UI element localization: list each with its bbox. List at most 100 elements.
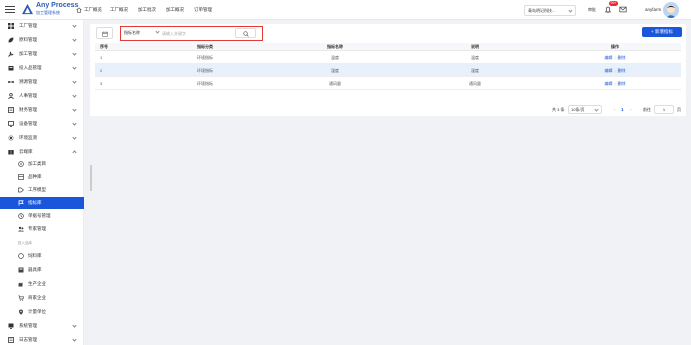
nav-orders[interactable]: 订单管理	[194, 7, 212, 13]
edit-link[interactable]: 编辑	[604, 55, 612, 60]
org-select-value: 青岛明记科技...	[528, 8, 556, 13]
chevron-down-icon	[72, 37, 77, 42]
cell-no: 2	[100, 68, 103, 73]
approval-label[interactable]: 审批	[588, 7, 596, 13]
sidebar-item-label: 工序模型	[28, 187, 46, 192]
device-icon	[8, 121, 14, 127]
goto-label: 前往	[643, 107, 651, 112]
action-separator: |	[614, 81, 616, 86]
current-page[interactable]: 1	[621, 107, 624, 112]
prev-page-icon[interactable]: ‹	[614, 107, 616, 112]
sidebar-item-category[interactable]: 加工类目	[0, 158, 84, 170]
sidebar-item-label: 专家管理	[28, 226, 46, 231]
next-page-icon[interactable]: ›	[630, 107, 632, 112]
table-row[interactable]: 1 环境指标 温度 温度 编辑 | 删除	[95, 51, 681, 64]
sidebar-item-tools[interactable]: 器具库	[0, 264, 84, 276]
message-icon[interactable]	[619, 5, 627, 14]
category-icon	[18, 161, 24, 167]
add-indicator-button[interactable]: + 新增指标	[642, 27, 682, 37]
sidebar-item-trace[interactable]: 溯源管理	[0, 76, 84, 88]
chevron-down-icon	[72, 135, 77, 140]
goto-page-input[interactable]: 1	[654, 105, 674, 114]
search-field-select[interactable]: 指标名称	[123, 29, 160, 37]
page-size-select[interactable]: 10条/页	[568, 105, 602, 114]
sidebar-item-feed[interactable]: 饲料库	[0, 250, 84, 262]
app-logo: Any Process 加工管理系统	[22, 2, 78, 18]
nav-process-overview[interactable]: 加工概况	[166, 7, 184, 13]
delete-link[interactable]: 删除	[618, 68, 626, 73]
table-row[interactable]: 3 环境指标 通风量 通风量 编辑 | 删除	[95, 77, 681, 90]
search-icon	[243, 30, 249, 37]
sidebar-item-producer[interactable]: 生产企业	[0, 278, 84, 290]
pagination: 共 3 条 10条/页 ‹ 1 › 前往 1 页	[530, 105, 681, 115]
logo-title: Any Process	[36, 2, 79, 9]
page-size-value: 10条/页	[571, 107, 585, 112]
sidebar-item-label: 原料管理	[19, 37, 37, 42]
variety-icon	[18, 174, 24, 180]
sidebar-item-device[interactable]: 设备管理	[0, 118, 84, 130]
logo-icon	[22, 4, 33, 15]
edit-link[interactable]: 编辑	[604, 81, 612, 86]
calendar-button[interactable]	[96, 27, 113, 39]
pagination-total: 共 3 条	[552, 107, 565, 112]
sidebar-item-hr[interactable]: 人事管理	[0, 90, 84, 102]
sidebar-item-log[interactable]: 日志管理	[0, 334, 84, 345]
user-name[interactable]: anyfarm	[645, 7, 661, 12]
nav-factory-status[interactable]: 工厂概况	[110, 7, 128, 13]
sidebar-item-environment[interactable]: 环境监测	[0, 132, 84, 144]
search-input[interactable]	[162, 29, 232, 37]
action-separator: |	[614, 68, 616, 73]
flag-icon	[18, 200, 24, 206]
sidebar-item-processing[interactable]: 加工管理	[0, 48, 84, 60]
expert-icon	[18, 226, 24, 232]
sidebar-item-label: 计量单位	[28, 309, 46, 314]
hamburger-menu-icon[interactable]	[5, 4, 15, 14]
chevron-down-icon	[568, 8, 573, 13]
sidebar-item-label: 品种库	[28, 174, 42, 179]
avatar-image	[663, 2, 679, 18]
delete-link[interactable]: 删除	[618, 81, 626, 86]
chevron-down-icon	[72, 23, 77, 28]
org-select[interactable]: 青岛明记科技...	[524, 5, 576, 16]
sidebar-item-doc-number[interactable]: 单据号管理	[0, 210, 84, 222]
app-root: Any Process 加工管理系统 工厂概览 工厂概况 加工批次 加工概况 订…	[0, 0, 691, 345]
indicator-table: 序号 指标分类 指标名称 说明 操作 1 环境指标 温度 温度 编辑 | 删除 2 …	[95, 43, 681, 90]
nav-batch[interactable]: 加工批次	[138, 7, 156, 13]
column-header-desc: 说明	[471, 44, 479, 49]
sidebar-item-expert[interactable]: 专家管理	[0, 223, 84, 235]
sidebar-item-material[interactable]: 原料管理	[0, 34, 84, 46]
avatar[interactable]	[663, 2, 679, 18]
delete-link[interactable]: 删除	[618, 55, 626, 60]
sidebar-item-label: 工厂管理	[19, 23, 37, 28]
sidebar-item-cloud-library[interactable]: 云端库	[0, 146, 84, 158]
chevron-down-icon	[72, 121, 77, 126]
top-nav: 工厂概览 工厂概况 加工批次 加工概况 订单管理	[76, 0, 222, 20]
sidebar-item-factory[interactable]: 工厂管理	[0, 20, 84, 32]
feed-icon	[18, 253, 24, 259]
sidebar-item-finance[interactable]: 财务管理	[0, 104, 84, 116]
cell-actions: 编辑 | 删除	[585, 64, 645, 77]
home-icon	[76, 7, 82, 13]
panel-resize-handle[interactable]	[90, 165, 92, 191]
nav-factory-overview[interactable]: 工厂概览	[76, 7, 102, 13]
sidebar-item-label: 加工管理	[19, 51, 37, 56]
sidebar-item-variety[interactable]: 品种库	[0, 171, 84, 183]
sidebar-item-system[interactable]: 系统管理	[0, 320, 84, 332]
sidebar-item-indicator-library[interactable]: 指标库	[0, 197, 84, 209]
chevron-down-icon	[72, 65, 77, 70]
table-row[interactable]: 2 环境指标 湿度 湿度 编辑 | 删除	[95, 64, 681, 77]
sidebar-group-label: 投入品库	[18, 241, 32, 245]
sidebar-item-label: 财务管理	[19, 107, 37, 112]
sidebar-item-unit[interactable]: 计量单位	[0, 306, 84, 318]
sidebar-item-process-model[interactable]: 工序模型	[0, 184, 84, 196]
sidebar-item-inputs[interactable]: 投入品管理	[0, 62, 84, 74]
bell-icon[interactable]	[604, 5, 612, 14]
sidebar-item-merchant[interactable]: 商家企业	[0, 292, 84, 304]
cell-desc: 通风量	[469, 81, 481, 86]
edit-link[interactable]: 编辑	[604, 68, 612, 73]
cell-name: 温度	[331, 55, 339, 60]
chevron-down-icon	[594, 107, 599, 112]
log-icon	[8, 337, 14, 343]
search-button[interactable]	[235, 28, 256, 38]
logo-subtitle: 加工管理系统	[36, 10, 60, 15]
